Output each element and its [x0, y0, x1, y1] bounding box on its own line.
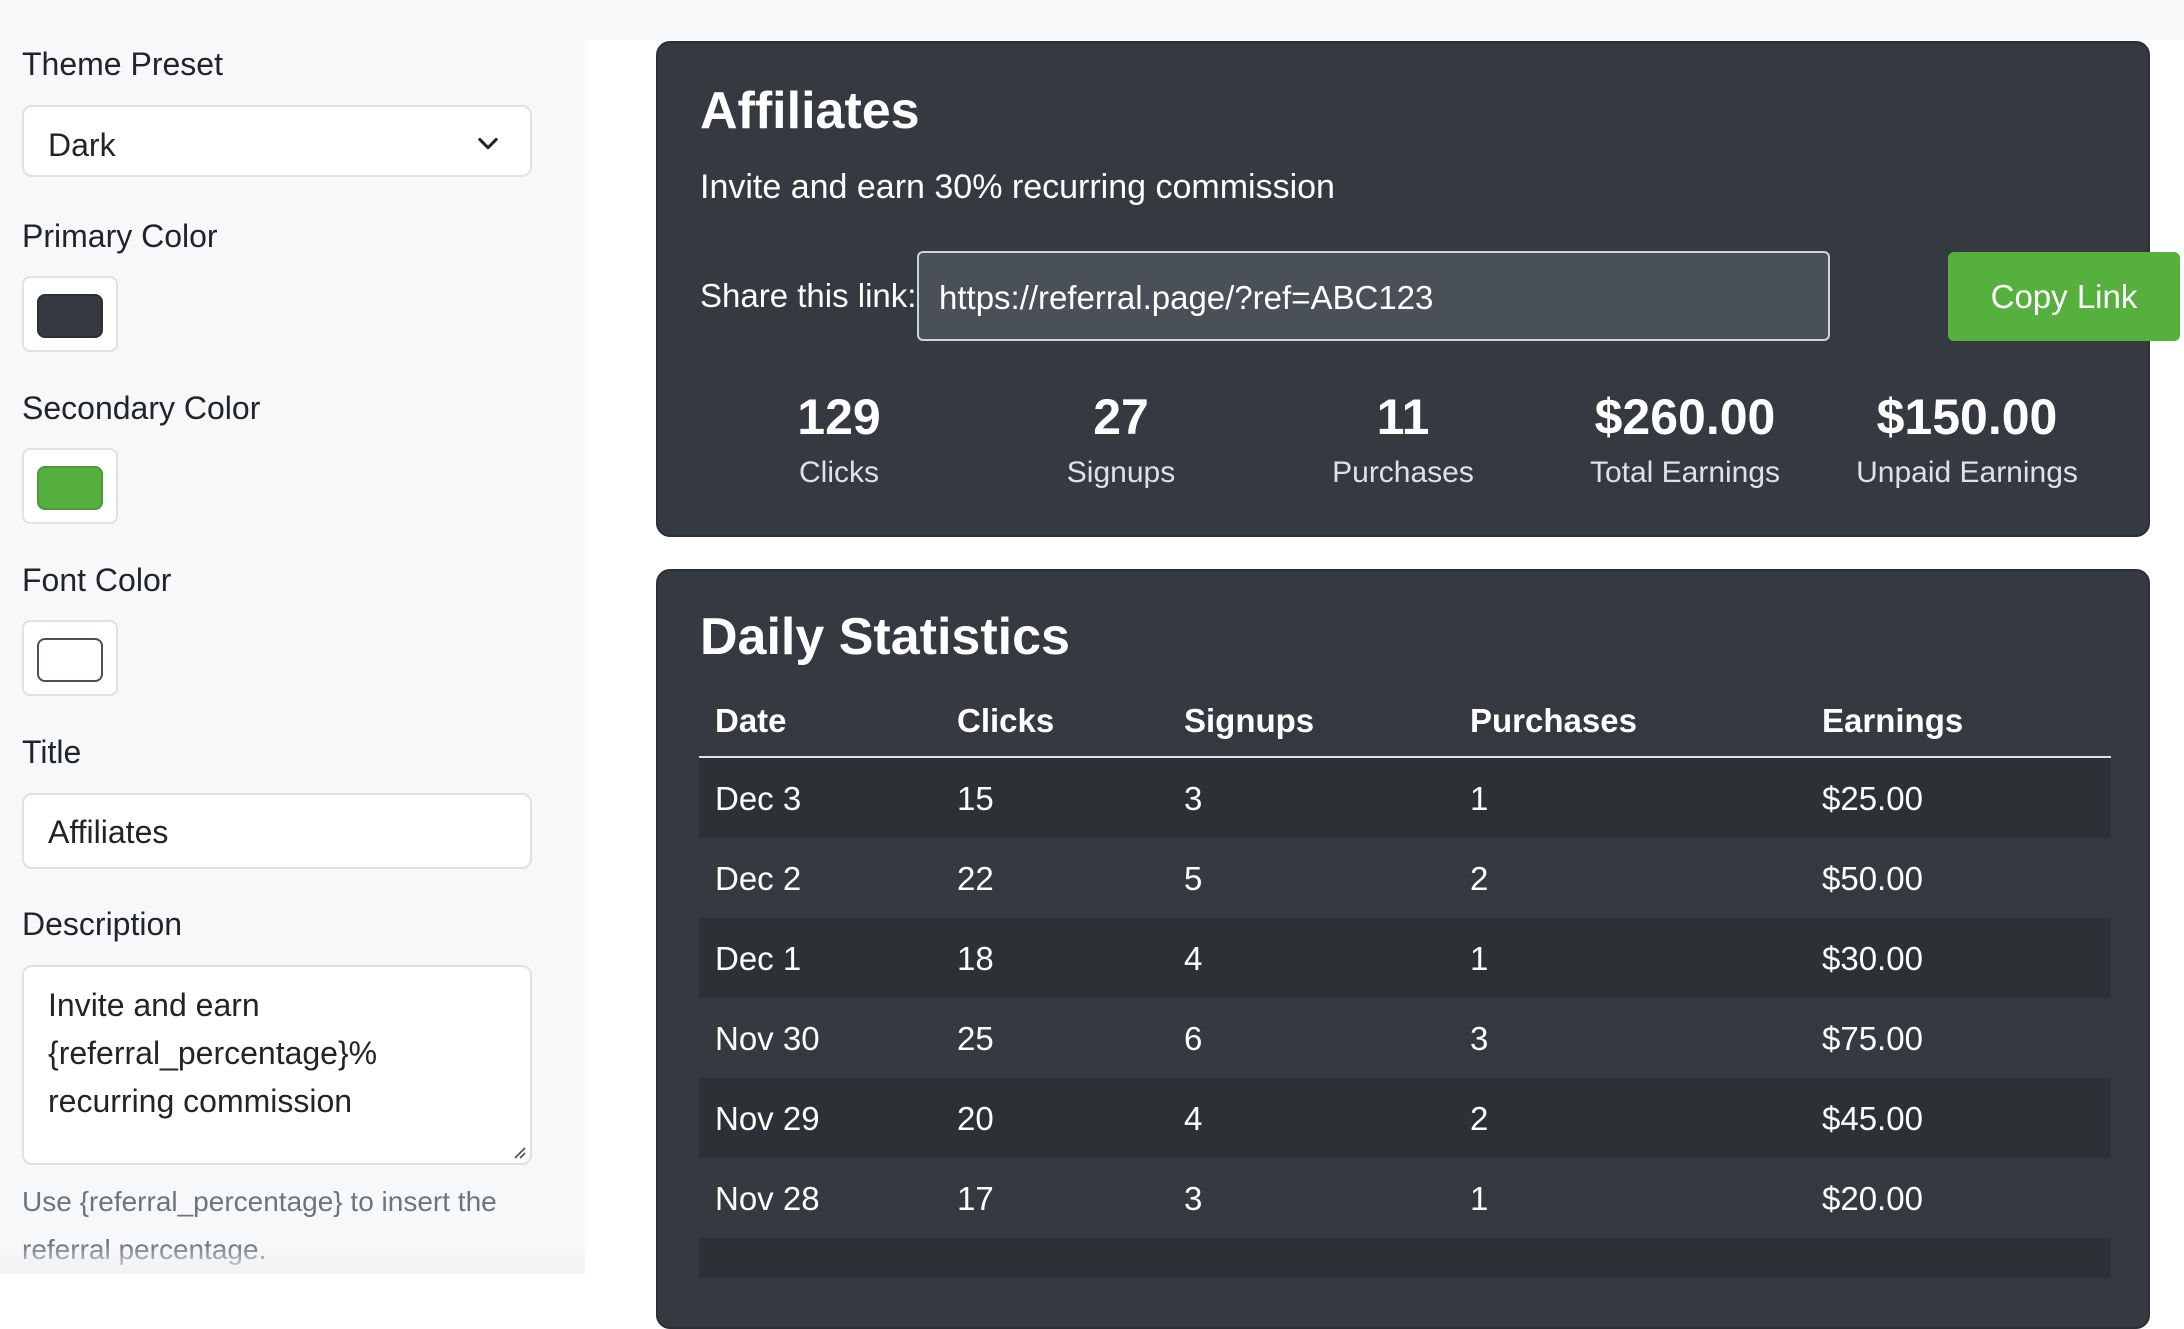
table-cell: 3: [1184, 1180, 1203, 1217]
table-row: Nov 29 20 4 2 $45.00: [699, 1078, 2111, 1158]
stat-label: Purchases: [1332, 456, 1474, 489]
stat-value: 27: [1093, 389, 1149, 445]
table-cell: Dec 3: [715, 780, 802, 817]
table-cell: 1: [1470, 1180, 1489, 1217]
primary-color-picker[interactable]: [22, 276, 118, 352]
referral-link-input[interactable]: https://referral.page/?ref=ABC123: [917, 251, 1830, 341]
table-cell: 22: [957, 860, 994, 897]
stat-unpaid-earnings: $150.00 Unpaid Earnings: [1827, 388, 2107, 490]
column-header: Purchases: [1470, 702, 1637, 739]
table-cell: 2: [1470, 860, 1489, 897]
stat-purchases: 11 Purchases: [1263, 388, 1543, 490]
table-cell: $20.00: [1822, 1180, 1923, 1217]
table-cell: 25: [957, 1020, 994, 1057]
table-cell: 4: [1184, 1100, 1203, 1137]
description-textarea[interactable]: Invite and earn {referral_percentage}% r…: [22, 965, 532, 1165]
preview-top-strip: [585, 0, 2184, 40]
table-row: Dec 1 18 4 1 $30.00: [699, 918, 2111, 998]
stat-label: Clicks: [799, 456, 879, 489]
table-cell: 20: [957, 1100, 994, 1137]
stat-signups: 27 Signups: [981, 388, 1261, 490]
stat-label: Total Earnings: [1589, 456, 1781, 489]
daily-statistics-title: Daily Statistics: [700, 608, 1070, 666]
table-cell: 1: [1470, 780, 1489, 817]
secondary-color-label: Secondary Color: [22, 390, 261, 426]
stat-clicks: 129 Clicks: [699, 388, 979, 490]
theme-preset-value: Dark: [48, 127, 116, 163]
column-header: Clicks: [957, 702, 1055, 739]
table-cell: 3: [1184, 780, 1203, 817]
stat-value: 129: [797, 389, 881, 445]
table-row: Nov 30 25 6 3 $75.00: [699, 998, 2111, 1078]
stat-value: 11: [1376, 389, 1430, 445]
description-label: Description: [22, 906, 183, 942]
description-textarea-value: Invite and earn {referral_percentage}% r…: [48, 987, 386, 1119]
table-row: Dec 3 15 3 1 $25.00: [699, 758, 2111, 838]
table-cell: 4: [1184, 940, 1203, 977]
referral-link-value: https://referral.page/?ref=ABC123: [939, 279, 1434, 316]
table-cell: $45.00: [1822, 1100, 1923, 1137]
table-cell: 17: [957, 1180, 994, 1217]
settings-panel: Theme Preset Dark Primary Color Secondar…: [0, 0, 585, 1274]
primary-color-swatch: [37, 294, 103, 338]
preview-area: Affiliates Invite and earn 30% recurring…: [585, 0, 2184, 1329]
stat-value: $150.00: [1876, 389, 2058, 445]
stat-total-earnings: $260.00 Total Earnings: [1545, 388, 1825, 490]
table-cell: $30.00: [1822, 940, 1923, 977]
theme-preset-select[interactable]: Dark: [22, 105, 532, 177]
share-link-label: Share this link:: [700, 277, 917, 314]
column-header: Earnings: [1822, 702, 1964, 739]
stat-value: $260.00: [1594, 389, 1776, 445]
title-input-value: Affiliates: [48, 814, 169, 850]
table-cell: Dec 2: [715, 860, 802, 897]
font-color-picker[interactable]: [22, 620, 118, 696]
table-cell: Nov 28: [715, 1180, 820, 1217]
column-header: Date: [715, 702, 787, 739]
resize-grip-icon[interactable]: [510, 1143, 526, 1159]
table-row: Dec 2 22 5 2 $50.00: [699, 838, 2111, 918]
affiliates-card: Affiliates Invite and earn 30% recurring…: [656, 41, 2180, 537]
copy-link-button[interactable]: Copy Link: [1948, 252, 2180, 341]
table-cell: 18: [957, 940, 994, 977]
font-color-label: Font Color: [22, 562, 172, 598]
stat-label: Unpaid Earnings: [1856, 456, 2078, 489]
column-header: Signups: [1184, 702, 1315, 739]
title-input[interactable]: Affiliates: [22, 793, 532, 869]
table-cell: 3: [1470, 1020, 1489, 1057]
table-cell: Nov 29: [715, 1100, 820, 1137]
panel-bottom-fade: [0, 1244, 585, 1274]
title-label: Title: [22, 734, 82, 770]
table-row-partial: [699, 1238, 2111, 1278]
secondary-color-swatch: [37, 466, 103, 510]
table-cell: 6: [1184, 1020, 1203, 1057]
table-cell: 2: [1470, 1100, 1489, 1137]
secondary-color-picker[interactable]: [22, 448, 118, 524]
stat-label: Signups: [1066, 456, 1176, 489]
table-cell: 1: [1470, 940, 1489, 977]
table-cell: $25.00: [1822, 780, 1923, 817]
daily-statistics-table: Date Clicks Signups Purchases Earnings D…: [699, 696, 2111, 1278]
table-header: Date Clicks Signups Purchases Earnings: [699, 696, 2111, 758]
table-cell: 5: [1184, 860, 1203, 897]
theme-preset-label: Theme Preset: [22, 46, 223, 82]
daily-statistics-card: Daily Statistics Date Clicks Signups Pur…: [656, 569, 2150, 1329]
table-row: Nov 28 17 3 1 $20.00: [699, 1158, 2111, 1238]
chevron-down-icon: [478, 137, 498, 150]
primary-color-label: Primary Color: [22, 218, 218, 254]
table-cell: Dec 1: [715, 940, 802, 977]
affiliates-subtitle: Invite and earn 30% recurring commission: [700, 168, 1335, 206]
affiliates-title: Affiliates: [700, 82, 920, 140]
font-color-swatch: [37, 638, 103, 682]
table-cell: $75.00: [1822, 1020, 1923, 1057]
table-cell: 15: [957, 780, 994, 817]
table-cell: Nov 30: [715, 1020, 820, 1057]
table-cell: $50.00: [1822, 860, 1923, 897]
